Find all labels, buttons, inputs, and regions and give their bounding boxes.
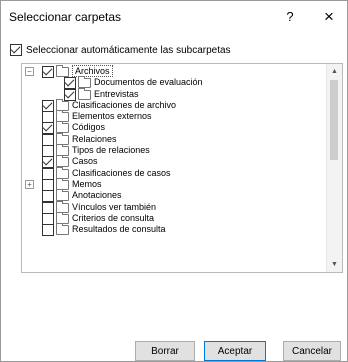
tree-item-checkbox[interactable] <box>42 133 54 146</box>
tree-item[interactable]: Clasificaciones de archivo <box>22 98 326 112</box>
dialog-title: Seleccionar carpetas <box>9 10 122 24</box>
tree-item-label: Memos <box>72 178 102 189</box>
tree-item-checkbox[interactable] <box>42 201 54 214</box>
tree-item[interactable]: − Archivos <box>22 65 326 78</box>
tree-item[interactable]: Códigos <box>22 121 326 135</box>
folder-icon <box>56 223 69 236</box>
scroll-thumb[interactable] <box>330 80 338 160</box>
tree-item[interactable]: Entrevistas <box>22 87 326 101</box>
tree-item[interactable]: Casos <box>22 155 326 169</box>
folder-tree-list: − Archivos Documentos de evaluación Entrevi… <box>22 65 326 237</box>
tree-item-label: Tipos de relaciones <box>72 145 150 156</box>
auto-select-subfolders-checkbox[interactable] <box>10 44 22 56</box>
tree-item-checkbox[interactable] <box>42 122 54 135</box>
close-button[interactable]: × <box>319 7 339 27</box>
ok-button[interactable]: Aceptar <box>204 341 266 361</box>
title-bar: Seleccionar carpetas ? × <box>1 1 347 33</box>
tree-item-label: Archivos <box>72 65 113 77</box>
clear-button[interactable]: Borrar <box>135 341 195 361</box>
tree-item-checkbox[interactable] <box>42 167 54 180</box>
scroll-down-icon[interactable]: ▼ <box>327 257 342 272</box>
folder-icon <box>78 87 91 100</box>
tree-item[interactable]: Relaciones <box>22 132 326 146</box>
auto-select-subfolders-option[interactable]: Seleccionar automáticamente las subcarpe… <box>10 44 231 56</box>
cancel-button[interactable]: Cancelar <box>283 341 341 361</box>
tree-item-label: Criterios de consulta <box>72 212 155 223</box>
expand-icon[interactable]: + <box>25 179 34 189</box>
tree-item-label: Códigos <box>72 122 106 133</box>
tree-item-label: Resultados de consulta <box>72 224 166 235</box>
tree-item[interactable]: Vínculos ver también <box>22 200 326 214</box>
tree-item-checkbox[interactable] <box>64 88 76 101</box>
tree-item[interactable]: Criterios de consulta <box>22 211 326 225</box>
tree-item-checkbox[interactable] <box>42 190 54 203</box>
tree-item-label: Clasificaciones de archivo <box>72 99 177 110</box>
tree-item-label: Elementos externos <box>72 111 152 122</box>
tree-item[interactable]: Anotaciones <box>22 189 326 203</box>
tree-item-label: Clasificaciones de casos <box>72 167 171 178</box>
tree-item-label: Vínculos ver también <box>72 201 157 212</box>
tree-item-checkbox[interactable] <box>42 224 54 237</box>
tree-item-checkbox[interactable] <box>42 156 54 169</box>
tree-item[interactable]: Clasificaciones de casos <box>22 166 326 180</box>
tree-item-checkbox[interactable] <box>42 99 54 112</box>
tree-scrollbar[interactable]: ▲ ▼ <box>326 64 342 272</box>
collapse-icon[interactable]: − <box>25 67 34 76</box>
scroll-up-icon[interactable]: ▲ <box>327 64 342 79</box>
folder-tree: − Archivos Documentos de evaluación Entrevi… <box>21 63 343 273</box>
tree-item-label: Casos <box>72 156 98 167</box>
tree-item[interactable]: Resultados de consulta <box>22 223 326 237</box>
tree-item-label: Documentos de evaluación <box>94 77 203 88</box>
tree-item[interactable]: + Memos <box>22 177 326 191</box>
tree-item-label: Anotaciones <box>72 190 122 201</box>
tree-item-label: Relaciones <box>72 133 117 144</box>
tree-item-checkbox[interactable] <box>42 178 54 191</box>
tree-item-checkbox[interactable] <box>42 66 54 78</box>
tree-item[interactable]: Documentos de evaluación <box>22 76 326 90</box>
help-button[interactable]: ? <box>280 7 300 27</box>
tree-item[interactable]: Tipos de relaciones <box>22 144 326 158</box>
select-folders-dialog: Seleccionar carpetas ? × Seleccionar aut… <box>0 0 348 362</box>
tree-item-checkbox[interactable] <box>42 212 54 225</box>
folder-icon <box>56 65 69 77</box>
tree-item-label: Entrevistas <box>94 88 139 99</box>
tree-item[interactable]: Elementos externos <box>22 110 326 124</box>
auto-select-subfolders-label: Seleccionar automáticamente las subcarpe… <box>26 44 231 56</box>
